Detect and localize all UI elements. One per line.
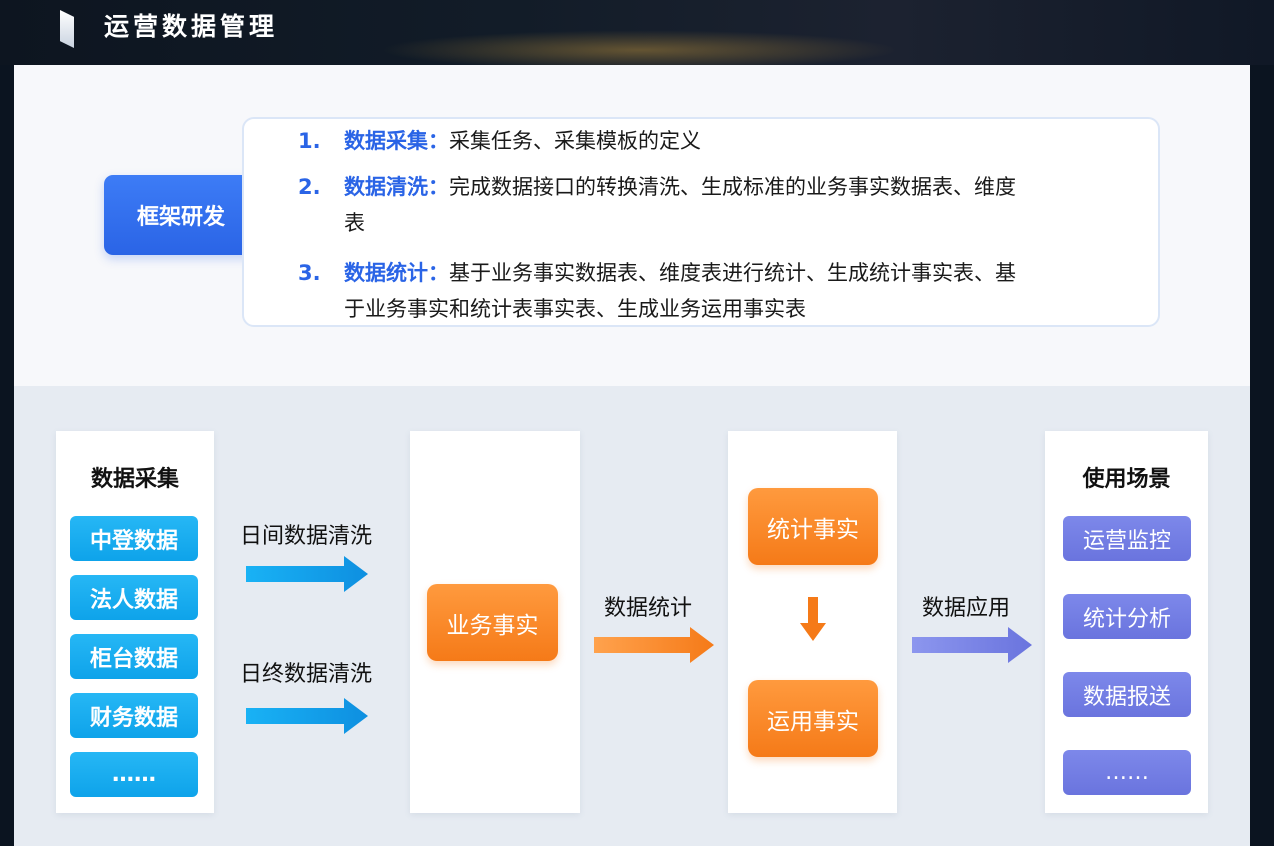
header-bar: 运营数据管理: [0, 0, 1274, 70]
collect-title: 数据采集: [90, 467, 179, 492]
endofday-clean-arrow-icon: [246, 698, 368, 734]
framework-definition-card: 1. 数据采集：采集任务、采集模板的定义 2. 数据清洗：完成数据接口的转换清洗…: [242, 117, 1160, 327]
business-fact-column: 业务事实: [410, 431, 580, 813]
endofday-clean-label: 日终数据清洗: [240, 662, 373, 687]
usage-box: 数据报送: [1063, 672, 1191, 717]
down-arrow-icon: [800, 597, 826, 641]
apply-fact-box: 运用事实: [748, 680, 878, 757]
definition-item-collect: 1. 数据采集：采集任务、采集模板的定义: [298, 123, 1128, 159]
fact-column: 统计事实 运用事实: [728, 431, 897, 813]
item-keyword: 数据统计：: [344, 261, 449, 285]
item-text: 表: [344, 211, 365, 235]
item-number: 2.: [298, 175, 321, 199]
page-title: 运营数据管理: [104, 12, 279, 41]
framework-label: 框架研发: [104, 175, 258, 255]
source-box: 法人数据: [70, 575, 198, 620]
item-number: 1.: [298, 129, 321, 153]
collect-column: 数据采集 中登数据 法人数据 柜台数据 财务数据 ……: [56, 431, 214, 813]
item-keyword: 数据清洗：: [344, 175, 449, 199]
item-text: 于业务事实和统计表事实表、生成业务运用事实表: [344, 297, 806, 321]
daytime-clean-label: 日间数据清洗: [240, 524, 373, 549]
daytime-clean-arrow-icon: [246, 556, 368, 592]
usage-box: 运营监控: [1063, 516, 1191, 561]
source-box: ……: [70, 752, 198, 797]
stat-label: 数据统计: [604, 596, 693, 621]
header-glow: [380, 30, 900, 70]
apply-arrow-icon: [912, 627, 1032, 663]
usage-box: 统计分析: [1063, 594, 1191, 639]
item-number: 3.: [298, 261, 321, 285]
source-box: 财务数据: [70, 693, 198, 738]
apply-label: 数据应用: [922, 596, 1011, 621]
stat-arrow-icon: [594, 627, 714, 663]
business-fact-box: 业务事实: [427, 584, 558, 661]
definition-item-clean: 2. 数据清洗：完成数据接口的转换清洗、生成标准的业务事实数据表、维度表: [298, 169, 1128, 241]
title-marker-icon: [60, 10, 74, 48]
item-keyword: 数据采集：: [344, 129, 449, 153]
definition-item-stat: 3. 数据统计：基于业务事实数据表、维度表进行统计、生成统计事实表、基于业务事实…: [298, 255, 1128, 327]
item-text: 完成数据接口的转换清洗、生成标准的业务事实数据表、维度: [449, 175, 1016, 199]
item-text: 基于业务事实数据表、维度表进行统计、生成统计事实表、基: [449, 261, 1016, 285]
source-box: 中登数据: [70, 516, 198, 561]
item-text: 采集任务、采集模板的定义: [449, 129, 701, 153]
usage-title: 使用场景: [1082, 467, 1171, 492]
usage-box: ……: [1063, 750, 1191, 795]
source-box: 柜台数据: [70, 634, 198, 679]
stat-fact-box: 统计事实: [748, 488, 878, 565]
usage-column: 使用场景 运营监控 统计分析 数据报送 ……: [1045, 431, 1208, 813]
